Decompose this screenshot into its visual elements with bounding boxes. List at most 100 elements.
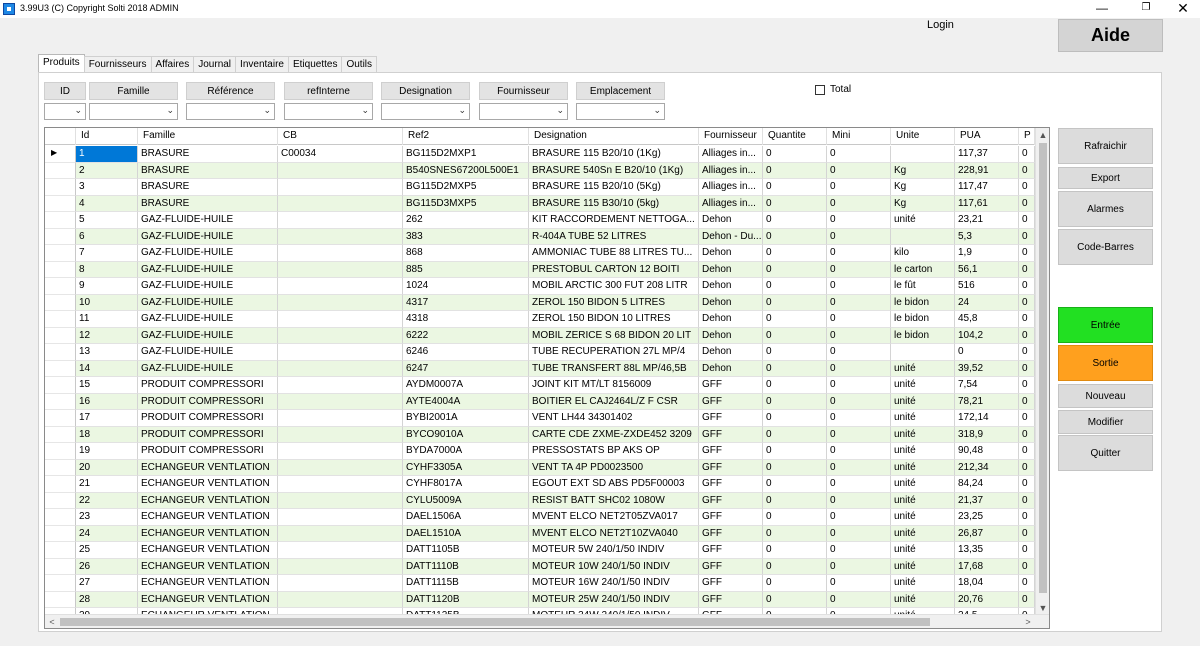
cell-famille[interactable]: ECHANGEUR VENTLATION [138, 591, 278, 608]
cell-fournisseur[interactable]: GFF [699, 393, 763, 410]
cell-designation[interactable]: TUBE RECUPERATION 27L MP/4 [529, 344, 699, 361]
tab-produits[interactable]: Produits [38, 54, 85, 72]
row-header[interactable] [45, 443, 76, 460]
cell-mini[interactable]: 0 [827, 542, 891, 559]
cell-famille[interactable]: GAZ-FLUIDE-HUILE [138, 311, 278, 328]
table-row[interactable]: 22 ECHANGEUR VENTLATION CYLU5009A RESIST BA… [45, 492, 1035, 509]
cell-p[interactable]: 0 [1019, 360, 1035, 377]
cell-p[interactable]: 0 [1019, 410, 1035, 427]
cell-cb[interactable] [278, 179, 403, 196]
cell-cb[interactable] [278, 278, 403, 295]
cell-unite[interactable]: kilo [891, 245, 955, 262]
cell-pua[interactable]: 23,25 [955, 509, 1019, 526]
tab-inventaire[interactable]: Inventaire [235, 56, 289, 73]
cell-unite[interactable]: unité [891, 575, 955, 592]
cell-pua[interactable]: 21,37 [955, 492, 1019, 509]
cell-designation[interactable]: ZEROL 150 BIDON 10 LITRES [529, 311, 699, 328]
cell-id[interactable]: 25 [76, 542, 138, 559]
cell-p[interactable]: 0 [1019, 228, 1035, 245]
barcodes-button[interactable]: Code-Barres [1058, 229, 1153, 265]
cell-pua[interactable]: 24 [955, 294, 1019, 311]
table-row[interactable]: 14 GAZ-FLUIDE-HUILE 6247 TUBE TRANSFERT 88L… [45, 360, 1035, 377]
cell-fournisseur[interactable]: GFF [699, 476, 763, 493]
alarms-button[interactable]: Alarmes [1058, 191, 1153, 227]
cell-fournisseur[interactable]: GFF [699, 558, 763, 575]
cell-ref2[interactable]: 383 [403, 228, 529, 245]
cell-fournisseur[interactable]: GFF [699, 492, 763, 509]
cell-cb[interactable] [278, 443, 403, 460]
cell-fournisseur[interactable]: Dehon [699, 344, 763, 361]
cell-id[interactable]: 5 [76, 212, 138, 229]
cell-id[interactable]: 2 [76, 162, 138, 179]
cell-p[interactable]: 0 [1019, 558, 1035, 575]
horizontal-scroll-thumb[interactable] [60, 618, 930, 626]
cell-cb[interactable] [278, 377, 403, 394]
cell-designation[interactable]: PRESSOSTATS BP AKS OP [529, 443, 699, 460]
cell-p[interactable]: 0 [1019, 212, 1035, 229]
cell-unite[interactable]: le bidon [891, 327, 955, 344]
refresh-button[interactable]: Rafraichir [1058, 128, 1153, 164]
row-header[interactable] [45, 311, 76, 328]
cell-fournisseur[interactable]: Dehon [699, 327, 763, 344]
cell-cb[interactable] [278, 558, 403, 575]
cell-id[interactable]: 13 [76, 344, 138, 361]
cell-cb[interactable] [278, 492, 403, 509]
help-button[interactable]: Aide [1058, 19, 1163, 52]
cell-fournisseur[interactable]: GFF [699, 377, 763, 394]
cell-fournisseur[interactable]: Dehon [699, 212, 763, 229]
cell-pua[interactable]: 0 [955, 344, 1019, 361]
tab-affaires[interactable]: Affaires [150, 56, 195, 73]
cell-designation[interactable]: KIT RACCORDEMENT NETTOGA... [529, 212, 699, 229]
cell-unite[interactable]: unité [891, 377, 955, 394]
cell-fournisseur[interactable]: Dehon [699, 278, 763, 295]
cell-mini[interactable]: 0 [827, 525, 891, 542]
cell-quantite[interactable]: 0 [763, 525, 827, 542]
row-header[interactable] [45, 228, 76, 245]
cell-ref2[interactable]: CYHF8017A [403, 476, 529, 493]
cell-cb[interactable] [278, 410, 403, 427]
cell-cb[interactable] [278, 195, 403, 212]
cell-unite[interactable]: unité [891, 212, 955, 229]
filter-header-id[interactable]: ID [44, 82, 86, 100]
cell-pua[interactable]: 23,21 [955, 212, 1019, 229]
minimize-icon[interactable]: — [1082, 0, 1122, 18]
cell-famille[interactable]: PRODUIT COMPRESSORI [138, 377, 278, 394]
cell-id[interactable]: 27 [76, 575, 138, 592]
cell-p[interactable]: 0 [1019, 591, 1035, 608]
cell-mini[interactable]: 0 [827, 410, 891, 427]
cell-quantite[interactable]: 0 [763, 492, 827, 509]
cell-designation[interactable]: BRASURE 115 B20/10 (5Kg) [529, 179, 699, 196]
cell-p[interactable]: 0 [1019, 311, 1035, 328]
cell-cb[interactable] [278, 591, 403, 608]
cell-id[interactable]: 10 [76, 294, 138, 311]
cell-famille[interactable]: PRODUIT COMPRESSORI [138, 426, 278, 443]
cell-p[interactable]: 0 [1019, 245, 1035, 262]
cell-famille[interactable]: GAZ-FLUIDE-HUILE [138, 360, 278, 377]
filter-reference-select[interactable]: ⌄ [186, 103, 275, 120]
cell-unite[interactable]: le carton [891, 261, 955, 278]
cell-designation[interactable]: AMMONIAC TUBE 88 LITRES TU... [529, 245, 699, 262]
cell-ref2[interactable]: BYBI2001A [403, 410, 529, 427]
cell-unite[interactable]: unité [891, 360, 955, 377]
edit-button[interactable]: Modifier [1058, 410, 1153, 434]
cell-mini[interactable]: 0 [827, 278, 891, 295]
cell-ref2[interactable]: 6222 [403, 327, 529, 344]
cell-unite[interactable]: unité [891, 542, 955, 559]
cell-designation[interactable]: MOTEUR 25W 240/1/50 INDIV [529, 591, 699, 608]
cell-p[interactable]: 0 [1019, 146, 1035, 163]
cell-designation[interactable]: RESIST BATT SHC02 1080W [529, 492, 699, 509]
cell-pua[interactable]: 13,35 [955, 542, 1019, 559]
cell-ref2[interactable]: 885 [403, 261, 529, 278]
cell-quantite[interactable]: 0 [763, 195, 827, 212]
table-row[interactable]: 7 GAZ-FLUIDE-HUILE 868 AMMONIAC TUBE 88 LIT… [45, 245, 1035, 262]
row-header[interactable] [45, 558, 76, 575]
filter-designation-select[interactable]: ⌄ [381, 103, 470, 120]
cell-quantite[interactable]: 0 [763, 443, 827, 460]
close-icon[interactable]: ✕ [1163, 0, 1200, 18]
cell-quantite[interactable]: 0 [763, 162, 827, 179]
row-header[interactable] [45, 509, 76, 526]
cell-ref2[interactable]: DATT1105B [403, 542, 529, 559]
cell-quantite[interactable]: 0 [763, 377, 827, 394]
scroll-down-icon[interactable]: ▼ [1036, 601, 1049, 615]
cell-famille[interactable]: BRASURE [138, 179, 278, 196]
